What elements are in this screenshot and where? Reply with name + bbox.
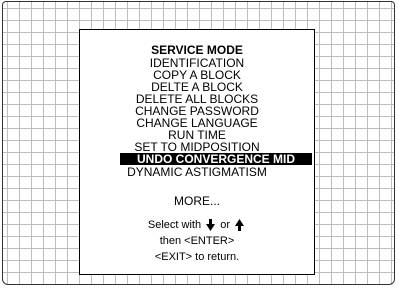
menu-item-dynamic-astigmatism[interactable]: DYNAMIC ASTIGMATISM	[80, 166, 314, 178]
arrow-up-icon	[235, 219, 245, 232]
exit-instruction: <EXIT> to return.	[154, 251, 240, 263]
or-label: or	[220, 219, 231, 231]
enter-instruction: then <ENTER>	[159, 235, 235, 247]
arrow-down-icon	[206, 219, 216, 232]
menu-item-more[interactable]: MORE...	[80, 195, 314, 207]
menu-title: SERVICE MODE	[151, 43, 243, 57]
select-prefix: Select with	[147, 219, 202, 231]
service-mode-menu: SERVICE MODE IDENTIFICATION COPY A BLOCK…	[79, 29, 315, 275]
select-instruction: Select with or	[80, 219, 314, 232]
monitor-screen: SERVICE MODE IDENTIFICATION COPY A BLOCK…	[2, 1, 395, 285]
menu-item-undo-convergence-mid[interactable]: UNDO CONVERGENCE MID	[120, 153, 312, 165]
